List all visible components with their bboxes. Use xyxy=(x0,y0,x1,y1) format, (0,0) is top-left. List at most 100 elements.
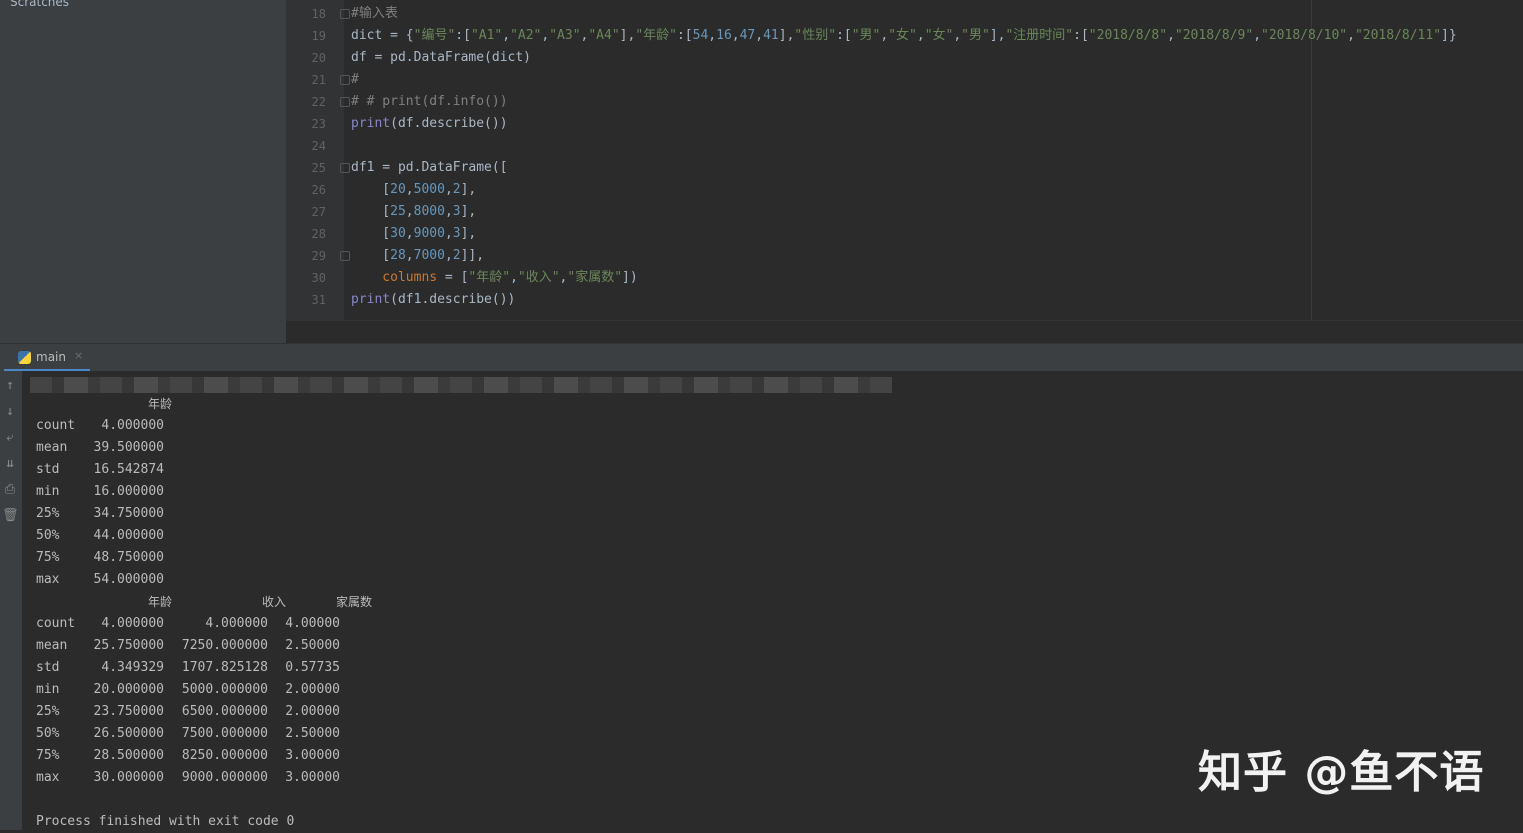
project-sidebar: Scratches xyxy=(0,0,286,343)
code-token: (df.describe()) xyxy=(390,116,508,131)
close-icon[interactable]: × xyxy=(74,349,83,362)
code-token: ]} xyxy=(1441,28,1457,43)
code-line[interactable]: # # print(df.info()) xyxy=(351,91,508,113)
code-line[interactable]: df = pd.DataFrame(dict) xyxy=(351,47,531,69)
stat-value: 44.000000 xyxy=(93,528,164,543)
code-token: # xyxy=(351,72,359,87)
stat-value: 34.750000 xyxy=(93,506,164,521)
stat-value: 2.50000 xyxy=(285,726,340,741)
stat-value: 2.00000 xyxy=(285,704,340,719)
line-number: 23 xyxy=(311,117,326,131)
scroll-to-end-icon[interactable]: ⇊ xyxy=(2,455,18,473)
down-arrow-icon[interactable]: ↓ xyxy=(2,403,18,421)
code-token: , xyxy=(502,28,511,43)
stat-value: 3.00000 xyxy=(285,748,340,763)
code-token: , xyxy=(1167,28,1175,43)
fold-marker-icon[interactable] xyxy=(340,9,350,19)
line-number: 30 xyxy=(311,271,326,285)
code-token: 2 xyxy=(452,248,461,263)
code-token: 28 xyxy=(390,248,406,263)
code-token: , xyxy=(405,248,414,263)
run-tab-main[interactable]: main × xyxy=(4,344,90,372)
code-line[interactable]: print(df1.describe()) xyxy=(351,289,515,311)
code-token: 8000 xyxy=(413,204,445,219)
fold-marker-icon[interactable] xyxy=(340,97,350,107)
trash-icon[interactable]: 🗑 xyxy=(2,507,19,525)
code-line[interactable]: df1 = pd.DataFrame([ xyxy=(351,157,508,179)
stat-value: 3.00000 xyxy=(285,770,340,785)
code-token: , xyxy=(510,270,518,285)
code-token: 47 xyxy=(739,28,756,43)
fold-marker-icon[interactable] xyxy=(340,163,350,173)
code-line[interactable]: [20,5000,2], xyxy=(351,179,476,201)
stat-value: 39.500000 xyxy=(93,440,164,455)
print-icon[interactable]: ⎙ xyxy=(2,481,18,499)
code-token: = [ xyxy=(437,270,469,285)
code-token: ], xyxy=(460,182,477,197)
code-token: 20 xyxy=(390,182,406,197)
code-token: , xyxy=(405,204,414,219)
code-line[interactable]: [30,9000,3], xyxy=(351,223,476,245)
code-token: "编号" xyxy=(413,28,456,43)
code-token: "收入" xyxy=(517,270,560,285)
code-line[interactable]: print(df.describe()) xyxy=(351,113,508,135)
code-token: [ xyxy=(351,204,391,219)
scratches-label[interactable]: Scratches xyxy=(10,0,69,9)
code-token: "A3" xyxy=(549,28,581,43)
up-arrow-icon[interactable]: ↑ xyxy=(2,377,18,395)
stat-value: 4.00000 xyxy=(285,616,340,631)
table2-header-dependents: 家属数 xyxy=(336,595,373,609)
code-token: "男" xyxy=(851,28,881,43)
line-number: 18 xyxy=(311,7,326,21)
code-token: ]], xyxy=(460,248,485,263)
code-line[interactable]: [25,8000,3], xyxy=(351,201,476,223)
code-token: , xyxy=(444,182,453,197)
code-token: "2018/8/8" xyxy=(1088,28,1168,43)
code-token: print xyxy=(351,292,391,307)
line-number: 19 xyxy=(311,29,326,43)
stat-value: 2.50000 xyxy=(285,638,340,653)
code-line[interactable]: [28,7000,2]], xyxy=(351,245,484,267)
code-token: df1 = pd.DataFrame([ xyxy=(351,160,508,175)
code-token: "2018/8/9" xyxy=(1174,28,1254,43)
code-token: "2018/8/10" xyxy=(1261,28,1348,43)
line-number: 22 xyxy=(311,95,326,109)
code-token: , xyxy=(731,28,740,43)
run-tab-label: main xyxy=(36,350,66,364)
code-token: 5000 xyxy=(413,182,445,197)
fold-marker-icon[interactable] xyxy=(340,251,350,261)
code-line[interactable]: #输入表 xyxy=(351,3,398,25)
fold-marker-icon[interactable] xyxy=(340,75,350,85)
python-icon xyxy=(18,351,31,364)
code-token: "A1" xyxy=(470,28,503,43)
code-token: 7000 xyxy=(413,248,445,263)
code-token: , xyxy=(405,226,414,241)
code-token: [ xyxy=(351,182,391,197)
code-token: "男" xyxy=(961,28,990,43)
code-token: ], xyxy=(989,28,1006,43)
code-line[interactable]: # xyxy=(351,69,359,91)
zhihu-watermark: 知乎 @鱼不语 xyxy=(1198,747,1485,798)
code-token: , xyxy=(444,204,453,219)
code-token: "性别" xyxy=(794,28,837,43)
code-token: "家属数" xyxy=(567,270,623,285)
stat-value: 16.000000 xyxy=(93,484,164,499)
code-token: , xyxy=(405,182,414,197)
stat-value: 54.000000 xyxy=(93,572,164,587)
stat-value: 4.000000 xyxy=(101,418,164,433)
table2-header-income: 收入 xyxy=(262,595,287,609)
code-line[interactable]: dict = {"编号":["A1","A2","A3","A4"],"年龄":… xyxy=(351,25,1457,47)
code-token: "年龄" xyxy=(468,270,511,285)
line-number: 31 xyxy=(311,293,326,307)
code-token: # # print(df.info()) xyxy=(351,94,508,109)
table1-header-age: 年龄 xyxy=(148,397,173,411)
code-token: 16 xyxy=(716,28,732,43)
code-line[interactable]: columns = ["年龄","收入","家属数"]) xyxy=(351,267,637,289)
code-token: (df1.describe()) xyxy=(390,292,516,307)
code-token: :[ xyxy=(455,28,471,43)
line-number: 27 xyxy=(311,205,326,219)
code-token: 9000 xyxy=(413,226,445,241)
run-toolstrip: ↑ ↓ ⤶ ⇊ ⎙ 🗑 xyxy=(0,371,22,830)
code-token: , xyxy=(953,28,962,43)
soft-wrap-icon[interactable]: ⤶ xyxy=(2,429,18,447)
